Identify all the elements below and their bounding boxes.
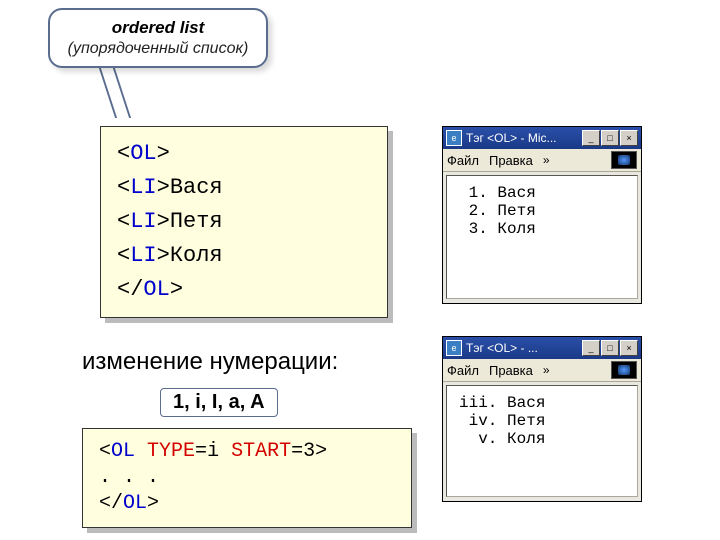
code-box-1: <OL> <LI>Вася <LI>Петя <LI>Коля </OL> bbox=[100, 126, 388, 318]
menu-file[interactable]: Файл bbox=[447, 363, 479, 378]
list-item: iii. Вася bbox=[459, 394, 625, 412]
list-item: v. Коля bbox=[459, 430, 625, 448]
menubar-2: Файл Правка » bbox=[443, 359, 641, 382]
code1-item1: Вася bbox=[170, 175, 223, 200]
titlebar-2: e Тэг <OL> - ... _ □ × bbox=[443, 337, 641, 359]
minimize-button[interactable]: _ bbox=[582, 340, 600, 356]
throbber-icon bbox=[611, 151, 637, 169]
close-button[interactable]: × bbox=[620, 130, 638, 146]
callout-title: ordered list bbox=[62, 18, 254, 38]
menu-more-icon[interactable]: » bbox=[543, 153, 550, 167]
maximize-button[interactable]: □ bbox=[601, 130, 619, 146]
window-title-2: Тэг <OL> - ... bbox=[466, 341, 578, 355]
minimize-button[interactable]: _ bbox=[582, 130, 600, 146]
list-item: 1. Вася bbox=[459, 184, 625, 202]
app-icon: e bbox=[446, 340, 462, 356]
callout-subtitle: (упорядоченный список) bbox=[62, 40, 254, 58]
menu-edit[interactable]: Правка bbox=[489, 363, 533, 378]
titlebar-1: e Тэг <OL> - Mic... _ □ × bbox=[443, 127, 641, 149]
code1-item2: Петя bbox=[170, 209, 223, 234]
numbering-types-badge: 1, i, I, a, A bbox=[160, 388, 278, 417]
throbber-icon bbox=[611, 361, 637, 379]
app-icon: e bbox=[446, 130, 462, 146]
code2-ellipsis: . . . bbox=[99, 465, 395, 491]
close-button[interactable]: × bbox=[620, 340, 638, 356]
browser-window-2: e Тэг <OL> - ... _ □ × Файл Правка » iii… bbox=[442, 336, 642, 502]
attr-start: START bbox=[231, 440, 291, 463]
window-title-1: Тэг <OL> - Mic... bbox=[466, 131, 578, 145]
window-content-2: iii. Вася iv. Петя v. Коля bbox=[446, 385, 638, 497]
browser-window-1: e Тэг <OL> - Mic... _ □ × Файл Правка » … bbox=[442, 126, 642, 304]
menu-edit[interactable]: Правка bbox=[489, 153, 533, 168]
menu-file[interactable]: Файл bbox=[447, 153, 479, 168]
section-label: изменение нумерации: bbox=[82, 348, 338, 376]
list-item: 2. Петя bbox=[459, 202, 625, 220]
code-box-2: <OL TYPE=i START=3> . . . </OL> bbox=[82, 428, 412, 528]
window-content-1: 1. Вася 2. Петя 3. Коля bbox=[446, 175, 638, 299]
attr-type: TYPE bbox=[147, 440, 195, 463]
code1-item3: Коля bbox=[170, 243, 223, 268]
list-item: 3. Коля bbox=[459, 220, 625, 238]
maximize-button[interactable]: □ bbox=[601, 340, 619, 356]
menubar-1: Файл Правка » bbox=[443, 149, 641, 172]
list-item: iv. Петя bbox=[459, 412, 625, 430]
callout-box: ordered list (упорядоченный список) bbox=[48, 8, 268, 68]
menu-more-icon[interactable]: » bbox=[543, 363, 550, 377]
